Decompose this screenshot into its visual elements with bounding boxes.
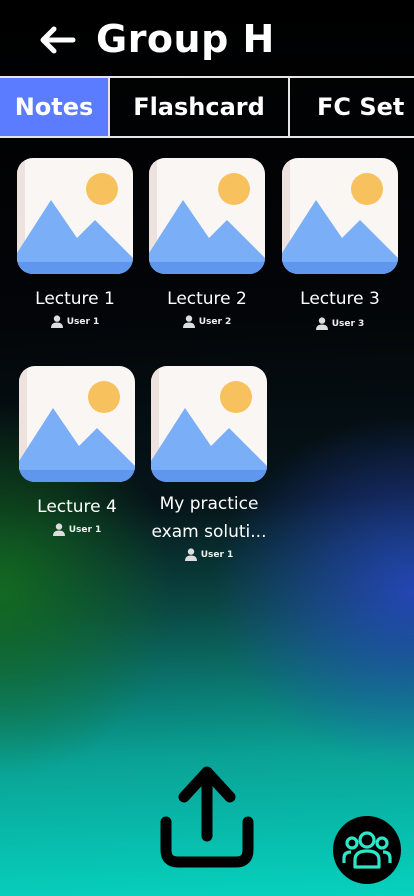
note-title: Lecture 4 — [37, 497, 117, 517]
group-icon — [342, 831, 392, 869]
note-author-name: User 3 — [331, 318, 365, 329]
person-icon — [315, 317, 328, 330]
note-author: User 2 — [182, 315, 232, 328]
image-placeholder-icon — [19, 366, 135, 482]
note-thumbnail — [282, 158, 398, 278]
group-members-button[interactable] — [333, 816, 401, 884]
person-icon — [182, 315, 195, 328]
page-title: Group H — [96, 17, 275, 61]
image-placeholder-icon — [149, 158, 265, 274]
note-author-name: User 1 — [68, 524, 102, 535]
tab-notes[interactable]: Notes — [0, 78, 110, 136]
note-title: Lecture 2 — [167, 289, 247, 309]
person-icon — [184, 548, 197, 561]
image-placeholder-icon — [151, 366, 267, 482]
note-author-name: User 1 — [66, 316, 100, 327]
note-thumbnail — [17, 158, 133, 278]
note-thumbnail — [19, 366, 135, 486]
back-arrow-icon — [40, 26, 76, 54]
image-placeholder-icon — [282, 158, 398, 274]
note-author: User 3 — [315, 317, 365, 330]
upload-icon — [160, 766, 254, 868]
tab-bar: Notes Flashcard FC Set — [0, 76, 414, 138]
note-title: Lecture 3 — [300, 289, 380, 309]
upload-button[interactable] — [160, 764, 254, 868]
tab-flashcard[interactable]: Flashcard — [110, 78, 290, 136]
note-title: Lecture 1 — [35, 289, 115, 309]
note-card[interactable]: Lecture 2 User 2 — [147, 158, 267, 328]
note-author: User 1 — [184, 548, 234, 561]
header: Group H — [0, 0, 414, 76]
note-thumbnail — [151, 366, 267, 486]
note-card[interactable]: Lecture 1 User 1 — [15, 158, 135, 328]
tab-fc-set[interactable]: FC Set — [290, 78, 414, 136]
note-title: My practice exam soluti... — [151, 494, 267, 542]
note-author: User 1 — [52, 523, 102, 536]
note-card[interactable]: Lecture 3 User 3 — [280, 158, 400, 330]
image-placeholder-icon — [17, 158, 133, 274]
note-card[interactable]: My practice exam soluti... User 1 — [149, 366, 269, 561]
note-author-name: User 2 — [198, 316, 232, 327]
note-card[interactable]: Lecture 4 User 1 — [17, 366, 137, 536]
back-button[interactable] — [40, 22, 76, 58]
note-thumbnail — [149, 158, 265, 278]
person-icon — [50, 315, 63, 328]
note-author: User 1 — [50, 315, 100, 328]
note-author-name: User 1 — [200, 549, 234, 560]
person-icon — [52, 523, 65, 536]
